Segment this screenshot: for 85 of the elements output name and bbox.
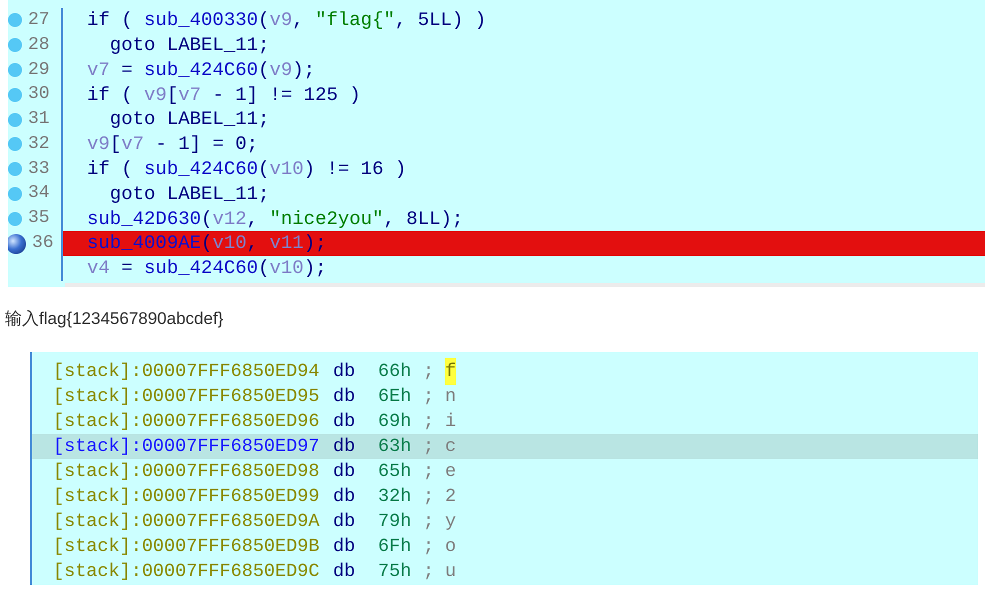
line-number: 32 bbox=[28, 132, 50, 156]
char-comment: u bbox=[445, 560, 456, 584]
char-comment: c bbox=[445, 434, 456, 459]
comment-separator: ; bbox=[423, 460, 436, 484]
address-text: [stack]:00007FFF6850ED9A bbox=[53, 510, 320, 534]
line-number: 36 bbox=[32, 232, 54, 256]
breakpoint-dot-icon[interactable] bbox=[8, 88, 22, 102]
line-number: 34 bbox=[28, 182, 50, 206]
address-text: [stack]:00007FFF6850ED9B bbox=[53, 534, 320, 559]
hex-value: 63h bbox=[378, 434, 412, 459]
address-text: [stack]:00007FFF6850ED95 bbox=[53, 384, 320, 409]
code-line: sub_42D630(v12, "nice2you", 8LL); bbox=[86, 206, 464, 232]
stack-row[interactable]: [stack]:00007FFF6850ED99 db 32h ; 2 bbox=[32, 484, 978, 509]
comment-separator: ; bbox=[423, 434, 436, 459]
code-line: goto LABEL_11; bbox=[108, 107, 270, 132]
hex-value: 6Fh bbox=[378, 534, 412, 559]
code-line: v7 = sub_424C60(v9); bbox=[86, 58, 316, 82]
code-line: if ( sub_424C60(v10) != 16 ) bbox=[86, 156, 408, 182]
directive-text: db bbox=[333, 484, 356, 509]
address-text: [stack]:00007FFF6850ED96 bbox=[53, 410, 320, 434]
code-line: if ( sub_400330(v9, "flag{", 5LL) ) bbox=[86, 8, 488, 33]
directive-text: db bbox=[333, 410, 356, 434]
line-number: 31 bbox=[28, 108, 50, 132]
code-line: goto LABEL_11; bbox=[108, 182, 270, 206]
directive-text: db bbox=[333, 534, 356, 559]
breakpoint-dot-icon[interactable] bbox=[8, 13, 22, 28]
directive-text: db bbox=[333, 560, 356, 584]
line-number: 30 bbox=[28, 83, 50, 106]
comment-separator: ; bbox=[423, 484, 436, 509]
hex-value: 6Eh bbox=[378, 384, 412, 409]
char-comment: e bbox=[445, 460, 456, 484]
stack-row[interactable]: [stack]:00007FFF6850ED94 db 66h ; f bbox=[32, 359, 978, 384]
hex-value: 66h bbox=[378, 360, 412, 384]
directive-text: db bbox=[333, 460, 356, 484]
address-text: [stack]:00007FFF6850ED97 bbox=[53, 434, 320, 459]
comment-separator: ; bbox=[423, 384, 436, 409]
hex-value: 79h bbox=[378, 510, 412, 534]
selected-stack-row[interactable]: [stack]:00007FFF6850ED97 db 63h ; c bbox=[32, 434, 978, 459]
code-line: goto LABEL_11; bbox=[108, 32, 270, 58]
code-line: v4 = sub_424C60(v10); bbox=[86, 256, 328, 281]
stack-row[interactable]: [stack]:00007FFF6850ED96 db 69h ; i bbox=[32, 409, 978, 434]
hex-value: 65h bbox=[378, 460, 412, 484]
char-comment: y bbox=[445, 510, 456, 534]
stack-row[interactable]: [stack]:00007FFF6850ED95 db 6Eh ; n bbox=[32, 384, 978, 409]
breakpoint-dot-icon[interactable] bbox=[8, 62, 22, 77]
stack-row[interactable]: [stack]:00007FFF6850ED98 db 65h ; e bbox=[32, 459, 978, 484]
breakpoint-dot-icon[interactable] bbox=[8, 38, 22, 52]
breakpoint-dot-icon[interactable] bbox=[8, 162, 22, 176]
code-line: v9[v7 - 1] = 0; bbox=[86, 132, 260, 157]
line-number: 33 bbox=[28, 158, 50, 181]
char-comment: n bbox=[445, 384, 456, 409]
stack-row[interactable]: [stack]:00007FFF6850ED9B db 6Fh ; o bbox=[32, 534, 978, 559]
caption-text: 输入flag{1234567890abcdef} bbox=[4, 308, 224, 330]
comment-separator: ; bbox=[423, 410, 436, 434]
stack-row[interactable]: [stack]:00007FFF6850ED9C db 75h ; u bbox=[32, 559, 978, 584]
char-comment: 2 bbox=[445, 484, 456, 509]
comment-separator: ; bbox=[423, 360, 436, 384]
breakpoint-dot-icon[interactable] bbox=[8, 212, 22, 226]
breakpoint-dot-icon[interactable] bbox=[8, 137, 22, 152]
directive-text: db bbox=[333, 434, 356, 459]
hex-value: 32h bbox=[378, 484, 412, 509]
line-number: 35 bbox=[28, 207, 50, 230]
address-text: [stack]:00007FFF6850ED99 bbox=[53, 484, 320, 509]
comment-separator: ; bbox=[423, 560, 436, 584]
char-comment: i bbox=[445, 410, 456, 434]
directive-text: db bbox=[333, 384, 356, 409]
address-text: [stack]:00007FFF6850ED9C bbox=[53, 560, 320, 584]
line-number: 29 bbox=[28, 58, 50, 82]
breakpoint-icon[interactable] bbox=[8, 234, 26, 254]
breakpoint-dot-icon[interactable] bbox=[8, 112, 22, 127]
char-comment: f bbox=[445, 358, 456, 386]
comment-separator: ; bbox=[423, 510, 436, 534]
hex-value: 75h bbox=[378, 560, 412, 584]
comment-separator: ; bbox=[423, 534, 436, 559]
line-number: 27 bbox=[28, 8, 50, 32]
stack-row[interactable]: [stack]:00007FFF6850ED9A db 79h ; y bbox=[32, 509, 978, 534]
breakpoint-dot-icon[interactable] bbox=[8, 186, 22, 201]
code-line: if ( v9[v7 - 1] != 125 ) bbox=[86, 82, 362, 108]
address-text: [stack]:00007FFF6850ED98 bbox=[53, 460, 320, 484]
directive-text: db bbox=[333, 360, 356, 384]
line-number: 28 bbox=[28, 34, 50, 57]
directive-text: db bbox=[333, 510, 356, 534]
address-text: [stack]:00007FFF6850ED94 bbox=[53, 360, 320, 384]
char-comment: o bbox=[445, 534, 456, 559]
hex-value: 69h bbox=[378, 410, 412, 434]
